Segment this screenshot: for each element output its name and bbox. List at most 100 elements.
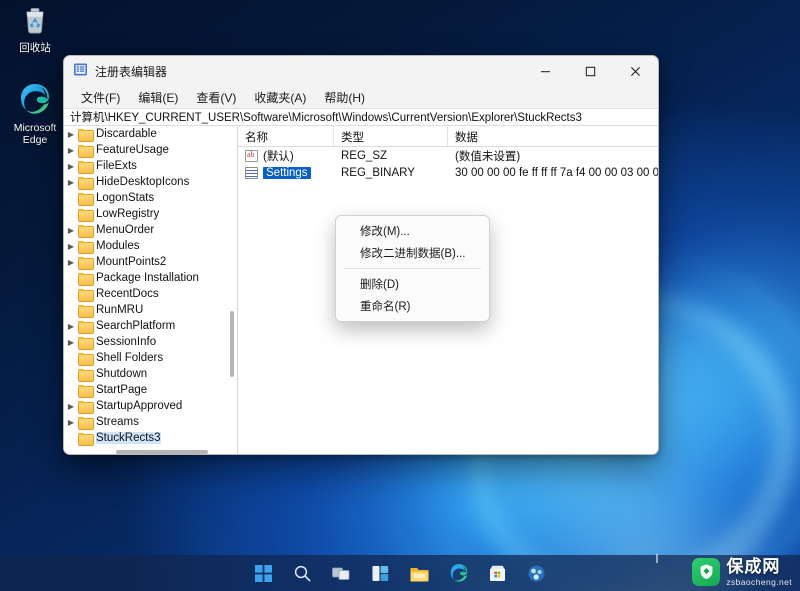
table-row[interactable]: (默认) REG_SZ (数值未设置) bbox=[238, 147, 658, 164]
column-header-data[interactable]: 数据 bbox=[448, 126, 658, 146]
microsoft-store-icon[interactable] bbox=[484, 559, 512, 587]
chevron-right-icon[interactable]: ▶ bbox=[64, 258, 78, 267]
chevron-right-icon[interactable]: ▶ bbox=[64, 146, 78, 155]
tree-item-label: LogonStats bbox=[96, 192, 155, 204]
registry-editor-window[interactable]: 注册表编辑器 文件(F) 编辑(E) 查看(V) 收藏夹(A) 帮助(H) 计算… bbox=[63, 55, 659, 455]
menu-item-favorites[interactable]: 收藏夹(A) bbox=[245, 87, 315, 108]
folder-icon bbox=[78, 320, 94, 334]
tree-item-logonstats[interactable]: · LogonStats bbox=[64, 190, 237, 206]
chevron-right-icon[interactable]: ▶ bbox=[64, 242, 78, 251]
window-title: 注册表编辑器 bbox=[95, 64, 168, 79]
context-menu-item-modify-binary[interactable]: 修改二进制数据(B)... bbox=[336, 242, 489, 264]
tree-guide-icon: · bbox=[69, 194, 73, 202]
chevron-right-icon[interactable]: ▶ bbox=[64, 130, 78, 139]
folder-icon bbox=[78, 368, 94, 382]
chevron-right-icon[interactable]: ▶ bbox=[64, 322, 78, 331]
widgets-icon[interactable] bbox=[367, 559, 395, 587]
menu-bar: 文件(F) 编辑(E) 查看(V) 收藏夹(A) 帮助(H) bbox=[64, 86, 658, 108]
scrollbar-thumb[interactable] bbox=[116, 450, 208, 454]
tree-item-startpage[interactable]: · StartPage bbox=[64, 382, 237, 398]
column-header-type[interactable]: 类型 bbox=[334, 126, 448, 146]
list-header: 名称 类型 数据 bbox=[238, 126, 658, 147]
context-menu-item-delete[interactable]: 删除(D) bbox=[336, 273, 489, 295]
blue-app-icon[interactable] bbox=[523, 559, 551, 587]
chevron-right-icon[interactable]: ▶ bbox=[64, 402, 78, 411]
tree-item-searchplatform[interactable]: ▶ SearchPlatform bbox=[64, 318, 237, 334]
close-button[interactable] bbox=[613, 56, 658, 86]
tree-item-menuorder[interactable]: ▶ MenuOrder bbox=[64, 222, 237, 238]
desktop-icon-label: 回收站 bbox=[19, 42, 51, 54]
maximize-button[interactable] bbox=[568, 56, 613, 86]
search-icon[interactable] bbox=[289, 559, 317, 587]
folder-icon bbox=[78, 384, 94, 398]
tree-item-hidedesktopicons[interactable]: ▶ HideDesktopIcons bbox=[64, 174, 237, 190]
tree-item-discardable[interactable]: ▶ Discardable bbox=[64, 126, 237, 142]
tree-guide-icon: · bbox=[69, 306, 73, 314]
folder-icon bbox=[78, 160, 94, 174]
tree-item-label: MenuOrder bbox=[96, 224, 155, 236]
desktop-icon-microsoft-edge[interactable]: Microsoft Edge bbox=[3, 82, 67, 146]
tree-horizontal-scrollbar[interactable] bbox=[64, 446, 237, 454]
desktop[interactable]: 回收站 Microsoft Edge 注册表编辑器 文件(F) 编辑(E) 查看… bbox=[0, 0, 800, 591]
chevron-right-icon[interactable]: ▶ bbox=[64, 162, 78, 171]
context-menu-item-modify[interactable]: 修改(M)... bbox=[336, 220, 489, 242]
chevron-right-icon[interactable]: ▶ bbox=[64, 338, 78, 347]
table-row[interactable]: Settings REG_BINARY 30 00 00 00 fe ff ff… bbox=[238, 164, 658, 181]
folder-icon bbox=[78, 144, 94, 158]
value-data: 30 00 00 00 fe ff ff ff 7a f4 00 00 03 0… bbox=[455, 166, 658, 179]
menu-item-view[interactable]: 查看(V) bbox=[187, 87, 245, 108]
edge-icon[interactable] bbox=[445, 559, 473, 587]
context-menu[interactable]: 修改(M)... 修改二进制数据(B)... 删除(D) 重命名(R) bbox=[335, 215, 490, 322]
folder-icon bbox=[78, 208, 94, 222]
tree-item-package-installation[interactable]: · Package Installation bbox=[64, 270, 237, 286]
tree-guide-icon: · bbox=[69, 434, 73, 442]
tree-item-label: RecentDocs bbox=[96, 288, 159, 300]
value-name-cell: Settings bbox=[238, 166, 334, 179]
window-titlebar[interactable]: 注册表编辑器 bbox=[64, 56, 658, 86]
tree-item-featureusage[interactable]: ▶ FeatureUsage bbox=[64, 142, 237, 158]
tree-item-recentdocs[interactable]: · RecentDocs bbox=[64, 286, 237, 302]
tree-item-fileexts[interactable]: ▶ FileExts bbox=[64, 158, 237, 174]
desktop-icon-label-line2: Edge bbox=[22, 134, 48, 146]
folder-icon bbox=[78, 272, 94, 286]
tree-item-stuckrects3[interactable]: · StuckRects3 bbox=[64, 430, 237, 446]
tree-item-mountpoints2[interactable]: ▶ MountPoints2 bbox=[64, 254, 237, 270]
desktop-icon-recycle-bin[interactable]: 回收站 bbox=[3, 4, 67, 54]
chevron-right-icon[interactable]: ▶ bbox=[64, 226, 78, 235]
menu-item-help[interactable]: 帮助(H) bbox=[315, 87, 374, 108]
taskbar-tick-mark bbox=[656, 554, 658, 563]
folder-icon bbox=[78, 416, 94, 430]
task-view-icon[interactable] bbox=[328, 559, 356, 587]
tree-item-streams[interactable]: ▶ Streams bbox=[64, 414, 237, 430]
tree-item-label: Shutdown bbox=[96, 368, 148, 380]
value-name-cell: (默认) bbox=[238, 148, 334, 164]
tree-item-modules[interactable]: ▶ Modules bbox=[64, 238, 237, 254]
tree-item-shell-folders[interactable]: · Shell Folders bbox=[64, 350, 237, 366]
folder-icon bbox=[78, 240, 94, 254]
tree-item-label: Package Installation bbox=[96, 272, 199, 284]
tree-item-runmru[interactable]: · RunMRU bbox=[64, 302, 237, 318]
folder-icon bbox=[78, 128, 94, 142]
tree-item-label: RunMRU bbox=[96, 304, 144, 316]
registry-tree: ▶ Discardable ▶ FeatureUsage ▶ FileExts bbox=[64, 126, 237, 446]
desktop-icon-label-line1: Microsoft bbox=[13, 122, 57, 134]
chevron-right-icon[interactable]: ▶ bbox=[64, 418, 78, 427]
menu-item-file[interactable]: 文件(F) bbox=[72, 87, 129, 108]
scrollbar-thumb[interactable] bbox=[230, 311, 234, 377]
chevron-right-icon[interactable]: ▶ bbox=[64, 178, 78, 187]
menu-item-edit[interactable]: 编辑(E) bbox=[129, 87, 187, 108]
context-menu-item-rename[interactable]: 重命名(R) bbox=[336, 295, 489, 317]
registry-tree-pane[interactable]: ▶ Discardable ▶ FeatureUsage ▶ FileExts bbox=[64, 126, 238, 454]
tree-item-startupapproved[interactable]: ▶ StartupApproved bbox=[64, 398, 237, 414]
address-bar[interactable]: 计算机\HKEY_CURRENT_USER\Software\Microsoft… bbox=[64, 108, 658, 126]
file-explorer-icon[interactable] bbox=[406, 559, 434, 587]
start-button-icon[interactable] bbox=[250, 559, 278, 587]
minimize-button[interactable] bbox=[523, 56, 568, 86]
column-header-name[interactable]: 名称 bbox=[238, 126, 334, 146]
binary-value-icon bbox=[245, 166, 258, 179]
tree-item-sessioninfo[interactable]: ▶ SessionInfo bbox=[64, 334, 237, 350]
tree-item-lowregistry[interactable]: · LowRegistry bbox=[64, 206, 237, 222]
tree-item-shutdown[interactable]: · Shutdown bbox=[64, 366, 237, 382]
tree-item-label: FileExts bbox=[96, 160, 137, 172]
tree-vertical-scrollbar[interactable] bbox=[227, 126, 237, 446]
